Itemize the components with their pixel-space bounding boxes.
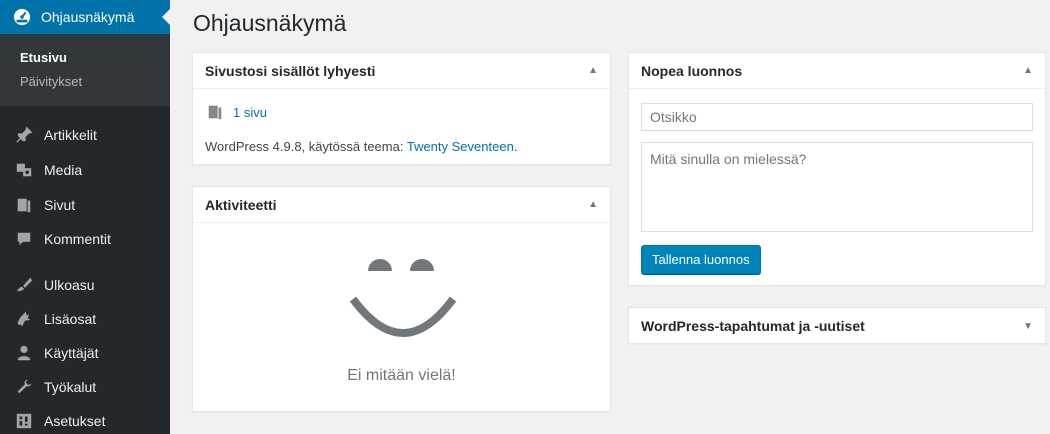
sidebar-item-label: Lisäosat xyxy=(44,311,97,327)
submenu-item-home[interactable]: Etusivu xyxy=(0,46,170,70)
page-title: Ohjausnäkymä xyxy=(193,10,347,36)
glance-widget: Sivustosi sisällöt lyhyesti ▲ 1 sivu Wor… xyxy=(192,52,611,165)
draft-content-textarea[interactable]: Mitä sinulla on mielessä? xyxy=(641,142,1033,232)
dashboard-icon xyxy=(12,7,32,27)
glance-header[interactable]: Sivustosi sisällöt lyhyesti ▲ xyxy=(193,53,610,89)
sidebar-item-label: Media xyxy=(44,162,83,178)
sidebar-item-plugins[interactable]: Lisäosat xyxy=(0,302,170,336)
draft-title-input[interactable]: Otsikko xyxy=(641,103,1033,131)
activity-header[interactable]: Aktiviteetti ▲ xyxy=(193,187,610,223)
collapse-arrow-icon[interactable]: ▲ xyxy=(588,65,598,76)
expand-arrow-icon[interactable]: ▼ xyxy=(1023,321,1033,332)
sidebar-item-comments[interactable]: Kommentit xyxy=(0,222,170,256)
quick-draft-header[interactable]: Nopea luonnos ▲ xyxy=(629,53,1045,89)
widget-title: WordPress-tapahtumat ja -uutiset xyxy=(641,318,865,334)
version-info: WordPress 4.9.8, käytössä teema: Twenty … xyxy=(205,139,517,154)
pages-count-link[interactable]: 1 sivu xyxy=(205,102,267,122)
quick-draft-widget: Nopea luonnos ▲ Otsikko Mitä sinulla on … xyxy=(628,52,1046,286)
sidebar-item-label: Ulkoasu xyxy=(44,277,95,293)
events-widget: WordPress-tapahtumat ja -uutiset ▼ xyxy=(628,307,1046,344)
media-icon xyxy=(14,160,34,180)
pages-count-label: 1 sivu xyxy=(233,104,267,120)
smiley-icon xyxy=(349,259,457,337)
sidebar-item-label: Käyttäjät xyxy=(44,345,99,361)
dashboard-submenu: Etusivu Päivitykset xyxy=(0,34,170,106)
sidebar-item-settings[interactable]: Asetukset xyxy=(0,404,170,434)
sidebar-item-dashboard[interactable]: Ohjausnäkymä xyxy=(0,0,170,34)
user-icon xyxy=(14,343,34,363)
current-menu-arrow xyxy=(162,9,170,25)
sidebar-item-label: Ohjausnäkymä xyxy=(41,9,135,25)
save-draft-button[interactable]: Tallenna luonnos xyxy=(641,245,761,274)
pages-icon xyxy=(14,195,34,215)
empty-activity-text: Ei mitään vielä! xyxy=(347,367,456,384)
settings-icon xyxy=(14,411,34,431)
version-text: WordPress 4.9.8, käytössä teema: xyxy=(205,139,407,154)
widget-title: Aktiviteetti xyxy=(205,196,277,213)
sidebar-item-label: Kommentit xyxy=(44,231,111,247)
sidebar-item-appearance[interactable]: Ulkoasu xyxy=(0,268,170,302)
sidebar-item-label: Asetukset xyxy=(44,413,106,429)
sidebar-item-label: Sivut xyxy=(44,197,76,213)
activity-widget: Aktiviteetti ▲ Ei mitään vielä! xyxy=(192,186,611,412)
widget-title: Sivustosi sisällöt lyhyesti xyxy=(205,62,376,79)
sidebar-item-tools[interactable]: Työkalut xyxy=(0,370,170,404)
sidebar-item-users[interactable]: Käyttäjät xyxy=(0,336,170,370)
widget-title: Nopea luonnos xyxy=(641,62,743,79)
submenu-item-updates[interactable]: Päivitykset xyxy=(0,70,170,94)
brush-icon xyxy=(14,275,34,295)
comment-icon xyxy=(14,229,34,249)
events-header[interactable]: WordPress-tapahtumat ja -uutiset ▼ xyxy=(629,308,1045,344)
sidebar-item-posts[interactable]: Artikkelit xyxy=(0,118,170,152)
sidebar-item-pages[interactable]: Sivut xyxy=(0,188,170,222)
sidebar-item-label: Työkalut xyxy=(44,379,97,395)
wrench-icon xyxy=(14,377,34,397)
collapse-arrow-icon[interactable]: ▲ xyxy=(1023,65,1033,76)
sidebar-item-media[interactable]: Media xyxy=(0,153,170,187)
theme-link[interactable]: Twenty Seventeen xyxy=(407,139,514,154)
collapse-arrow-icon[interactable]: ▲ xyxy=(588,199,598,210)
pushpin-icon xyxy=(14,125,34,145)
plugin-icon xyxy=(14,309,34,329)
admin-sidebar: Ohjausnäkymä Etusivu Päivitykset Artikke… xyxy=(0,0,170,434)
sidebar-item-label: Artikkelit xyxy=(44,127,97,143)
pages-icon xyxy=(205,102,225,122)
version-suffix: . xyxy=(513,139,518,154)
